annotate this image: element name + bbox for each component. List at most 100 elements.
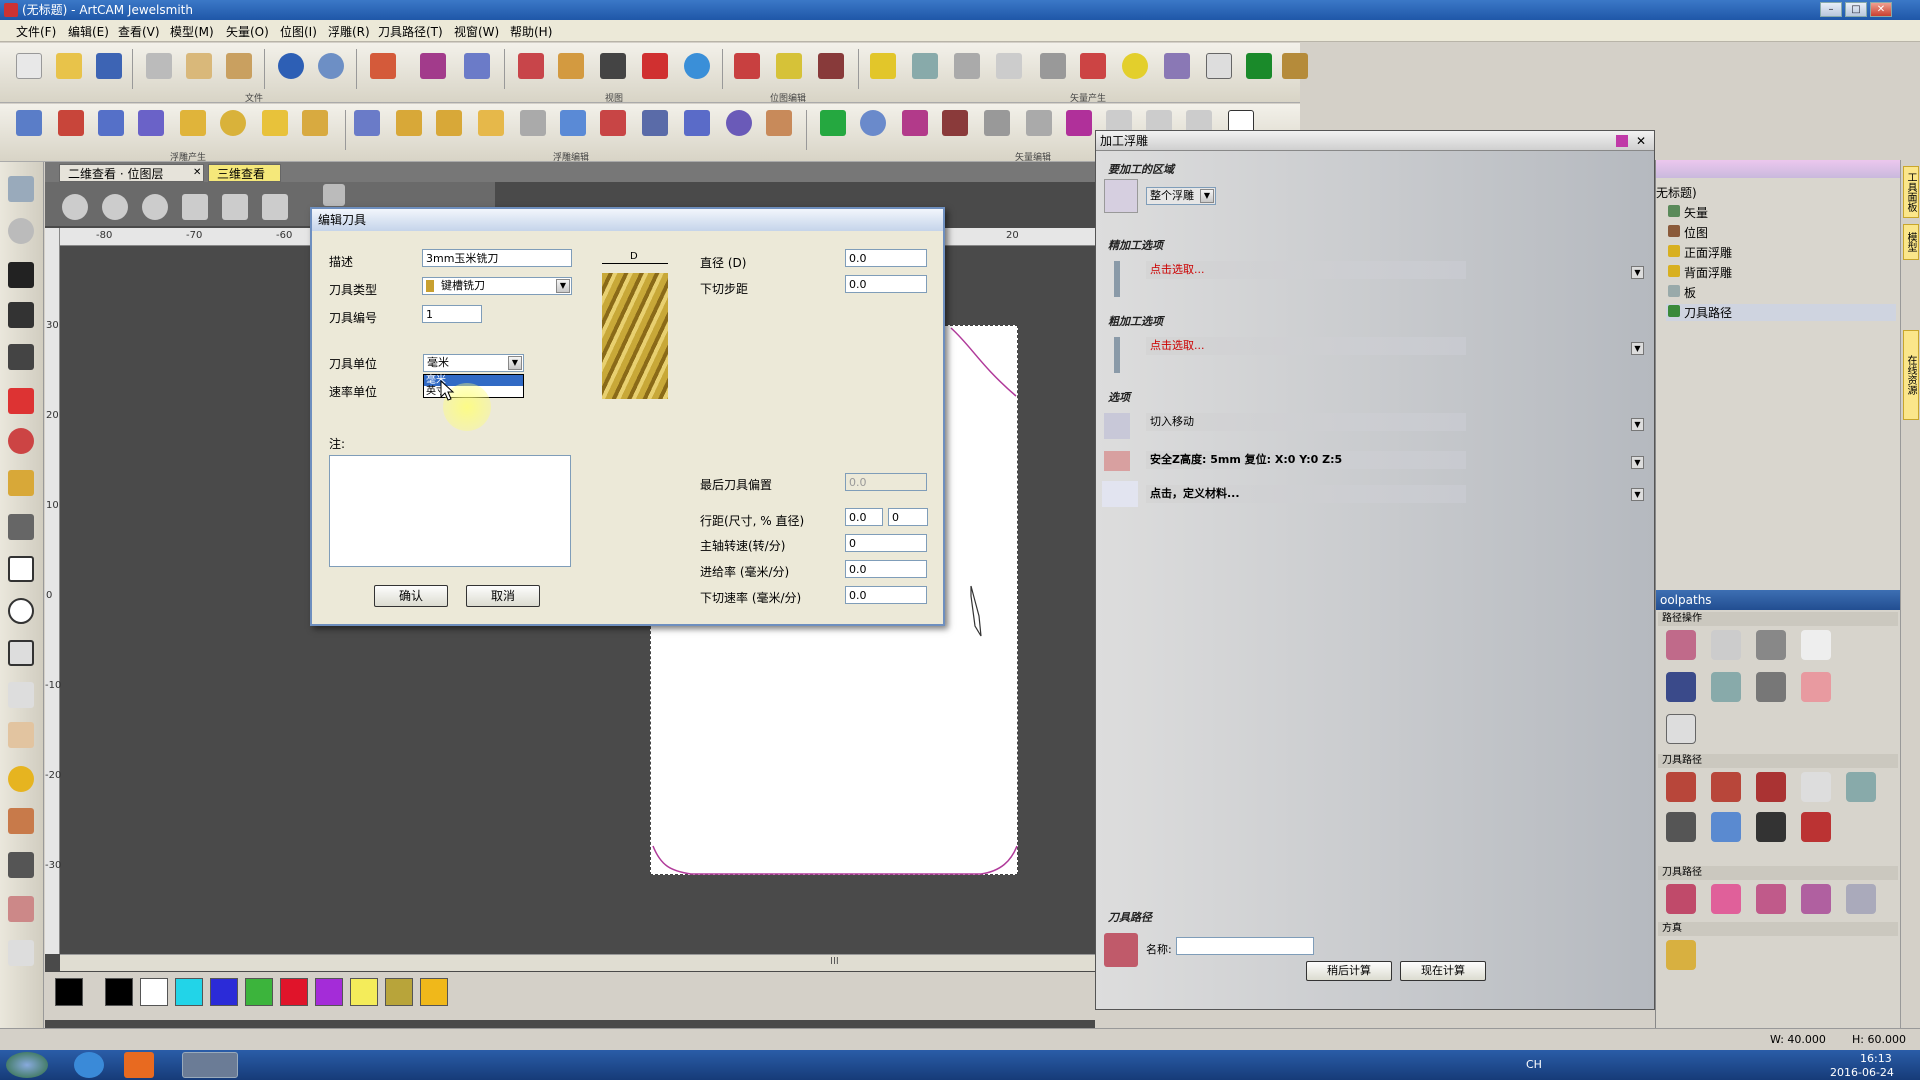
- arc-tool-icon[interactable]: [8, 682, 34, 708]
- safe-z-row[interactable]: 安全Z高度: 5mm 复位: X:0 Y:0 Z:5: [1146, 451, 1466, 469]
- relief-edit-4-icon[interactable]: [478, 110, 504, 136]
- rough-expand-icon[interactable]: ▼: [1631, 342, 1644, 355]
- tree-item-front-relief[interactable]: 正面浮雕: [1666, 244, 1732, 261]
- copy-icon[interactable]: [186, 53, 212, 79]
- maximize-button[interactable]: □: [1845, 2, 1867, 17]
- tool-type-select[interactable]: 键槽铣刀 ▼: [422, 277, 572, 295]
- notes-textarea[interactable]: [329, 455, 571, 567]
- tree-item-vectors[interactable]: 矢量: [1666, 204, 1708, 221]
- tab-3d-view[interactable]: 三维查看: [208, 164, 281, 182]
- star-vector-icon[interactable]: [870, 53, 896, 79]
- paint-brush-icon[interactable]: [8, 388, 34, 414]
- tab-2d-view[interactable]: 二维查看 · 位图层: [59, 164, 204, 182]
- edge-tab-online[interactable]: 在线资源: [1903, 330, 1919, 420]
- color-swatch-gold[interactable]: [420, 978, 448, 1006]
- globe-icon[interactable]: [684, 53, 710, 79]
- relief-edit-10-icon[interactable]: [726, 110, 752, 136]
- tree-item-bitmap[interactable]: 位图: [1666, 224, 1708, 241]
- dome-icon[interactable]: [860, 110, 886, 136]
- diameter-input[interactable]: [845, 249, 927, 267]
- tree-item-plate[interactable]: 板: [1666, 284, 1696, 301]
- render-icon[interactable]: [642, 53, 668, 79]
- finish-tool-select[interactable]: 点击选取...: [1146, 261, 1466, 279]
- settings-icon[interactable]: [323, 184, 345, 206]
- plunge-rate-input[interactable]: [845, 586, 927, 604]
- color-swatch-blue[interactable]: [210, 978, 238, 1006]
- calculate-now-button[interactable]: 现在计算: [1400, 961, 1486, 981]
- desc-input[interactable]: [422, 249, 572, 267]
- relief-edit-7-icon[interactable]: [600, 110, 626, 136]
- toolpath-2d-icon[interactable]: [1711, 772, 1741, 802]
- relief-view-icon[interactable]: [518, 53, 544, 79]
- bitmap-color-icon[interactable]: [734, 53, 760, 79]
- stepover-percent-stepper[interactable]: [888, 508, 928, 526]
- add-relief-icon[interactable]: [820, 110, 846, 136]
- redo-icon[interactable]: [318, 53, 344, 79]
- star-relief-icon[interactable]: [98, 110, 124, 136]
- toolpath-op-icon[interactable]: [1801, 630, 1831, 660]
- relief-stack-icon[interactable]: [16, 110, 42, 136]
- save-icon[interactable]: [96, 53, 122, 79]
- paste-icon[interactable]: [226, 53, 252, 79]
- color-swatch-cyan[interactable]: [175, 978, 203, 1006]
- color-swatch-red[interactable]: [280, 978, 308, 1006]
- toolpath-op-icon[interactable]: [1711, 630, 1741, 660]
- scroll-thumb[interactable]: III: [830, 956, 839, 967]
- node-grid-icon[interactable]: [912, 53, 938, 79]
- blob-icon[interactable]: [1122, 53, 1148, 79]
- curve-edit-icon[interactable]: [1080, 53, 1106, 79]
- marquee-icon[interactable]: [8, 176, 34, 202]
- relief-layer-icon[interactable]: [1282, 53, 1308, 79]
- menu-vector[interactable]: 矢量(O): [226, 23, 269, 40]
- menu-window[interactable]: 视窗(W): [454, 23, 499, 40]
- relief-edit-5-icon[interactable]: [520, 110, 546, 136]
- toolpath-2d-icon[interactable]: [1666, 772, 1696, 802]
- toolpath-op-icon[interactable]: [1666, 672, 1696, 702]
- color-swatch-primary[interactable]: [55, 978, 83, 1006]
- extrude-icon[interactable]: [262, 110, 288, 136]
- relief-edit-1-icon[interactable]: [354, 110, 380, 136]
- edge-tab-model[interactable]: 模型: [1903, 224, 1919, 260]
- zoom-previous-icon[interactable]: [142, 194, 168, 220]
- polygon-icon[interactable]: [8, 640, 34, 666]
- texture-icon[interactable]: [942, 110, 968, 136]
- two-rail-icon[interactable]: [138, 110, 164, 136]
- zoom-box-icon[interactable]: [222, 194, 248, 220]
- toolpath-op-icon[interactable]: [1756, 630, 1786, 660]
- menu-model[interactable]: 模型(M): [170, 23, 214, 40]
- knife-icon[interactable]: [8, 896, 34, 922]
- bitmap-outline-icon[interactable]: [776, 53, 802, 79]
- abc-text-icon[interactable]: [1246, 53, 1272, 79]
- group-icon[interactable]: [1066, 110, 1092, 136]
- zoom-in-icon[interactable]: [62, 194, 88, 220]
- menu-bitmap[interactable]: 位图(I): [280, 23, 317, 40]
- zoom-out-icon[interactable]: [102, 194, 128, 220]
- tree-root[interactable]: 无标题): [1656, 184, 1697, 201]
- safe-z-expand-icon[interactable]: ▼: [1631, 456, 1644, 469]
- panel-close-icon[interactable]: ✕: [1636, 131, 1646, 151]
- globe-select-icon[interactable]: [8, 218, 34, 244]
- tool-number-input[interactable]: [422, 305, 482, 323]
- menu-edit[interactable]: 编辑(E): [68, 23, 109, 40]
- book-icon[interactable]: [420, 53, 446, 79]
- tab-close-icon[interactable]: ✕: [193, 167, 201, 178]
- transform-tool-icon[interactable]: [8, 344, 34, 370]
- toolpath-op-icon[interactable]: [1666, 630, 1696, 660]
- toolpath-op-icon[interactable]: [1801, 672, 1831, 702]
- menu-toolpath[interactable]: 刀具路径(T): [378, 23, 443, 40]
- feed-rate-input[interactable]: [845, 560, 927, 578]
- relief-edit-3-icon[interactable]: [436, 110, 462, 136]
- color-swatch-white[interactable]: [140, 978, 168, 1006]
- layers-icon[interactable]: [1164, 53, 1190, 79]
- toolpath-2d-icon[interactable]: [1756, 772, 1786, 802]
- bell-icon[interactable]: [1026, 110, 1052, 136]
- relief-edit-6-icon[interactable]: [560, 110, 586, 136]
- relief-edit-2-icon[interactable]: [396, 110, 422, 136]
- spin-icon[interactable]: [180, 110, 206, 136]
- horizontal-scrollbar[interactable]: III: [60, 954, 1095, 971]
- face-icon[interactable]: [302, 110, 328, 136]
- toolpath-2d-icon[interactable]: [1711, 812, 1741, 842]
- simulation-icon[interactable]: [1666, 940, 1696, 970]
- menu-file[interactable]: 文件(F): [16, 23, 56, 40]
- material-row[interactable]: 点击，定义材料...: [1146, 485, 1466, 503]
